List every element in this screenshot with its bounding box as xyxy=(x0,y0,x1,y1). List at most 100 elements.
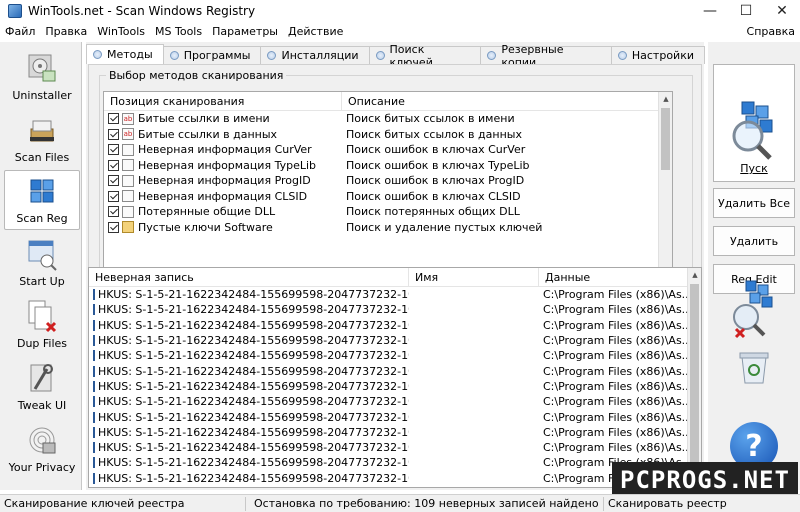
tools-sidebar: Uninstaller Scan Files Scan Reg Start Up… xyxy=(0,42,82,490)
checkbox[interactable] xyxy=(108,113,119,125)
sidebar-item-startup[interactable]: Start Up xyxy=(4,232,80,292)
method-row[interactable]: Неверная информация TypeLib Поиск ошибок … xyxy=(104,158,672,174)
menu-edit[interactable]: Правка xyxy=(40,25,92,38)
methods-scrollbar[interactable]: ▲ ▼ xyxy=(658,92,672,278)
checkbox[interactable] xyxy=(108,190,119,202)
result-row[interactable]: HKUS: S-1-5-21-1622342484-155699598-2047… xyxy=(89,333,701,348)
delete-button[interactable]: Удалить xyxy=(713,226,795,256)
checkbox[interactable] xyxy=(108,159,119,171)
scroll-thumb[interactable] xyxy=(661,108,670,170)
result-data: C:\Program Files (x86)\As... xyxy=(543,425,689,439)
menu-file[interactable]: Файл xyxy=(0,25,40,38)
column-header-entry[interactable]: Неверная запись xyxy=(89,268,409,286)
result-row[interactable]: HKUS: S-1-5-21-1622342484-155699598-2047… xyxy=(89,379,701,394)
method-row[interactable]: Неверная информация ProgID Поиск ошибок в… xyxy=(104,173,672,189)
start-label: Пуск xyxy=(740,162,768,175)
method-name: Неверная информация ProgID xyxy=(138,174,311,188)
column-header-position[interactable]: Позиция сканирования xyxy=(104,92,342,110)
menu-help[interactable]: Справка xyxy=(742,25,800,38)
column-header-data[interactable]: Данные xyxy=(539,268,689,286)
checkbox[interactable] xyxy=(108,206,119,218)
sidebar-item-privacy[interactable]: Your Privacy xyxy=(4,418,80,478)
sidebar-item-scan-reg[interactable]: Scan Reg xyxy=(4,170,80,230)
registry-key-icon xyxy=(93,411,95,423)
broken-name-icon: ab xyxy=(122,112,134,125)
registry-key-icon xyxy=(93,442,95,454)
result-entry: HKUS: S-1-5-21-1622342484-155699598-2047… xyxy=(98,425,409,439)
scroll-up-icon[interactable]: ▲ xyxy=(659,92,672,106)
tab-key-search[interactable]: Поиск ключей xyxy=(368,43,482,69)
delete-all-button[interactable]: Удалить Все xyxy=(713,188,795,218)
result-row[interactable]: HKUS: S-1-5-21-1622342484-155699598-2047… xyxy=(89,394,701,409)
checkbox[interactable] xyxy=(108,221,119,233)
registry-key-icon xyxy=(93,350,95,362)
result-row[interactable]: HKUS: S-1-5-21-1622342484-155699598-2047… xyxy=(89,440,701,455)
checkbox[interactable] xyxy=(108,144,119,156)
result-row[interactable]: HKUS: S-1-5-21-1622342484-155699598-2047… xyxy=(89,302,701,317)
result-entry: HKUS: S-1-5-21-1622342484-155699598-2047… xyxy=(98,318,409,332)
method-name: Неверная информация CLSID xyxy=(138,189,308,203)
scroll-thumb[interactable] xyxy=(690,284,699,462)
result-row[interactable]: HKUS: S-1-5-21-1622342484-155699598-2047… xyxy=(89,363,701,378)
method-name: Неверная информация TypeLib xyxy=(138,158,316,172)
method-row[interactable]: Неверная информация CurVer Поиск ошибок в… xyxy=(104,142,672,158)
column-header-description[interactable]: Описание xyxy=(342,92,411,110)
result-entry: HKUS: S-1-5-21-1622342484-155699598-2047… xyxy=(98,471,409,485)
sidebar-item-uninstaller[interactable]: Uninstaller xyxy=(4,46,80,106)
minimize-button[interactable]: — xyxy=(692,0,728,22)
results-scrollbar[interactable]: ▲ ▼ xyxy=(687,268,701,487)
sidebar-item-dup-files[interactable]: Dup Files xyxy=(4,294,80,354)
sidebar-label-dup-files: Dup Files xyxy=(16,337,68,350)
method-name: Пустые ключи Software xyxy=(138,220,273,234)
sidebar-label-tweak-ui: Tweak UI xyxy=(17,399,67,412)
method-desc: Поиск ошибок в ключах ProgID xyxy=(346,174,525,188)
tab-installations[interactable]: Инсталляции xyxy=(260,46,370,64)
menu-settings[interactable]: Параметры xyxy=(207,25,283,38)
method-desc: Поиск битых ссылок в имени xyxy=(346,112,515,126)
clsid-icon xyxy=(122,190,134,203)
menu-action[interactable]: Действие xyxy=(283,25,348,38)
method-row[interactable]: Потерянные общие DLL Поиск потерянных общ… xyxy=(104,204,672,220)
close-button[interactable]: ✕ xyxy=(764,0,800,22)
fingerprint-icon xyxy=(29,427,56,454)
start-scan-button[interactable]: Пуск xyxy=(713,64,795,182)
tab-settings[interactable]: Настройки xyxy=(610,46,705,64)
tab-methods[interactable]: Методы xyxy=(86,44,164,64)
registry-key-icon xyxy=(93,289,95,301)
scroll-up-icon[interactable]: ▲ xyxy=(688,268,701,282)
tab-backups[interactable]: Резервные копии xyxy=(480,43,612,69)
method-row[interactable]: Неверная информация CLSID Поиск ошибок в … xyxy=(104,189,672,205)
tab-programs[interactable]: Программы xyxy=(162,46,262,64)
menu-wintools[interactable]: WinTools xyxy=(92,25,150,38)
sidebar-item-tweak-ui[interactable]: Tweak UI xyxy=(4,356,80,416)
result-row[interactable]: HKUS: S-1-5-21-1622342484-155699598-2047… xyxy=(89,471,701,486)
sidebar-label-startup: Start Up xyxy=(19,275,65,288)
column-header-name[interactable]: Имя xyxy=(409,268,539,286)
result-entry: HKUS: S-1-5-21-1622342484-155699598-2047… xyxy=(98,456,409,470)
method-row[interactable]: ab Битые ссылки в данных Поиск битых ссыло… xyxy=(104,127,672,143)
result-row[interactable]: HKUS: S-1-5-21-1622342484-155699598-2047… xyxy=(89,455,701,470)
main-panel: Методы Программы Инсталляции Поиск ключе… xyxy=(86,42,705,490)
result-row[interactable]: HKUS: S-1-5-21-1622342484-155699598-2047… xyxy=(89,348,701,363)
result-data: C:\Program Files (x86)\As... xyxy=(543,349,689,363)
registry-key-icon xyxy=(93,380,95,392)
typelib-icon xyxy=(122,159,134,172)
tab-label: Настройки xyxy=(631,49,694,62)
result-row[interactable]: HKUS: S-1-5-21-1622342484-155699598-2047… xyxy=(89,425,701,440)
checkbox[interactable] xyxy=(108,175,119,187)
result-row[interactable]: HKUS: S-1-5-21-1622342484-155699598-2047… xyxy=(89,318,701,333)
checkbox[interactable] xyxy=(108,128,119,140)
maximize-button[interactable]: ☐ xyxy=(728,0,764,22)
method-row[interactable]: Пустые ключи Software Поиск и удаление пу… xyxy=(104,220,672,236)
sidebar-label-scan-files: Scan Files xyxy=(14,151,70,164)
sidebar-item-scan-files[interactable]: Scan Files xyxy=(4,108,80,168)
result-entry: HKUS: S-1-5-21-1622342484-155699598-2047… xyxy=(98,410,409,424)
result-row[interactable]: HKUS: S-1-5-21-1622342484-155699598-2047… xyxy=(89,287,701,302)
scan-files-icon xyxy=(30,120,54,142)
uninstaller-icon xyxy=(28,54,56,82)
result-row[interactable]: HKUS: S-1-5-21-1622342484-155699598-2047… xyxy=(89,409,701,424)
menu-mstools[interactable]: MS Tools xyxy=(150,25,207,38)
method-row[interactable]: ab Битые ссылки в имени Поиск битых ссылок… xyxy=(104,111,672,127)
result-data: C:\Program Files (x86)\As... xyxy=(543,364,689,378)
result-data: C:\Program Files (x86)\As... xyxy=(543,303,689,317)
